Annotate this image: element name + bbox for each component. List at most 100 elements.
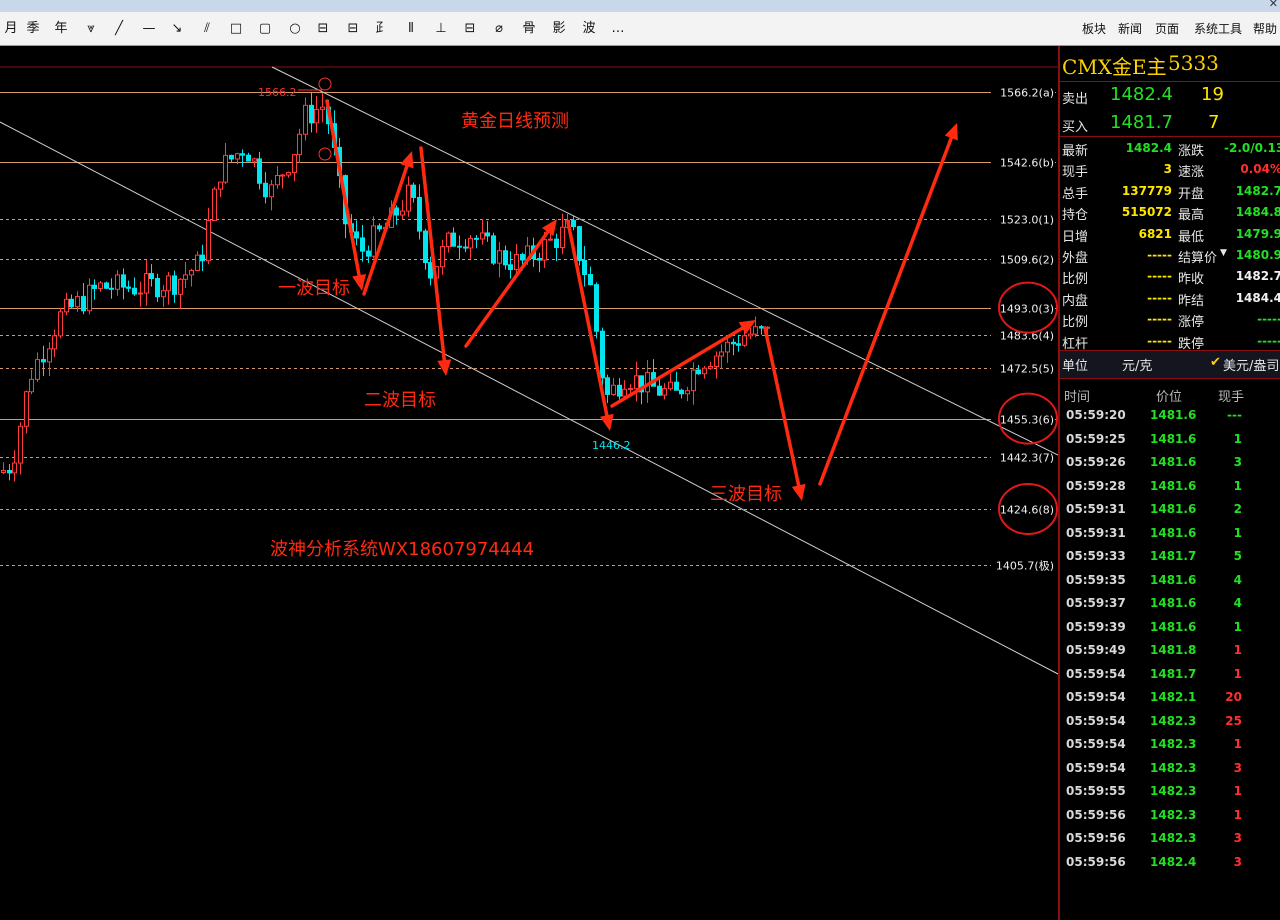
candle-body[interactable]	[7, 470, 12, 474]
candle-body[interactable]	[263, 182, 268, 198]
toolbar-tool-8[interactable]: □	[225, 19, 247, 39]
toolbar-tool-1[interactable]: 季	[22, 19, 44, 39]
candle-body[interactable]	[75, 296, 80, 308]
candle-body[interactable]	[685, 390, 690, 395]
toolbar-tool-18[interactable]: ⻣	[518, 19, 540, 39]
candle-body[interactable]	[736, 343, 741, 346]
candle-body[interactable]	[423, 230, 428, 264]
tick-row[interactable]: 05:59:56 1482.3 3	[1060, 827, 1280, 850]
candle-body[interactable]	[571, 219, 576, 228]
candle-body[interactable]	[69, 298, 74, 308]
candle-body[interactable]	[400, 210, 405, 216]
candle-body[interactable]	[514, 254, 519, 271]
tick-row[interactable]: 05:59:56 1482.3 1	[1060, 804, 1280, 827]
candle-body[interactable]	[29, 378, 34, 393]
candle-body[interactable]	[662, 388, 667, 396]
candle-body[interactable]	[92, 284, 97, 289]
tick-row[interactable]: 05:59:54 1482.3 3	[1060, 757, 1280, 780]
candle-body[interactable]	[582, 259, 587, 276]
candle-body[interactable]	[138, 292, 143, 295]
channel-lower-line[interactable]	[0, 121, 1058, 675]
candle-body[interactable]	[309, 104, 314, 124]
toolbar-tool-16[interactable]: ⊟	[459, 19, 481, 39]
toolbar-tool-7[interactable]: ⫽	[196, 19, 218, 39]
tick-row[interactable]: 05:59:54 1482.3 25	[1060, 710, 1280, 733]
toolbar-tool-9[interactable]: ▢	[254, 19, 276, 39]
tick-row[interactable]: 05:59:39 1481.6 1	[1060, 616, 1280, 639]
candle-body[interactable]	[588, 274, 593, 286]
candle-body[interactable]	[714, 355, 719, 368]
candle-body[interactable]	[628, 388, 633, 391]
candle-body[interactable]	[212, 188, 217, 222]
candle-body[interactable]	[314, 108, 319, 124]
tick-row[interactable]: 05:59:54 1482.3 1	[1060, 733, 1280, 756]
candle-body[interactable]	[360, 237, 365, 252]
candle-body[interactable]	[257, 158, 262, 184]
candle-body[interactable]	[166, 275, 171, 292]
candle-body[interactable]	[218, 181, 223, 190]
candle-body[interactable]	[411, 184, 416, 198]
candle-body[interactable]	[731, 341, 736, 345]
candle-body[interactable]	[229, 154, 234, 160]
candle-body[interactable]	[155, 278, 160, 298]
toolbar-tool-5[interactable]: —	[138, 19, 160, 39]
tick-row[interactable]: 05:59:33 1481.7 5	[1060, 545, 1280, 568]
candle-body[interactable]	[206, 220, 211, 262]
candle-body[interactable]	[269, 184, 274, 198]
candle-body[interactable]	[577, 226, 582, 261]
candle-body[interactable]	[52, 335, 57, 350]
candle-body[interactable]	[246, 154, 251, 162]
candle-body[interactable]	[121, 274, 126, 288]
candle-body[interactable]	[622, 388, 627, 397]
toolbar-tool-10[interactable]: ○	[284, 19, 306, 39]
candle-body[interactable]	[35, 359, 40, 380]
toolbar-tool-11[interactable]: ⊟	[312, 19, 334, 39]
toolbar-tool-3[interactable]: ⩔	[80, 19, 102, 39]
candle-body[interactable]	[58, 311, 63, 337]
candle-body[interactable]	[696, 369, 701, 375]
candle-body[interactable]	[161, 290, 166, 298]
candle-body[interactable]	[691, 369, 696, 392]
tick-row[interactable]: 05:59:25 1481.6 1	[1060, 428, 1280, 451]
candle-body[interactable]	[679, 389, 684, 395]
tick-row[interactable]: 05:59:31 1481.6 2	[1060, 498, 1280, 521]
candle-body[interactable]	[1, 470, 6, 473]
tick-row[interactable]: 05:59:56 1482.4 3	[1060, 851, 1280, 874]
candle-body[interactable]	[41, 359, 46, 363]
candle-body[interactable]	[235, 153, 240, 160]
toolbar-tool-15[interactable]: ⊥	[430, 19, 452, 39]
candle-body[interactable]	[725, 341, 730, 353]
candle-body[interactable]	[149, 273, 154, 280]
candle-body[interactable]	[275, 174, 280, 186]
toolbar-tool-21[interactable]: …	[607, 19, 629, 39]
candle-body[interactable]	[354, 231, 359, 239]
candle-body[interactable]	[594, 284, 599, 332]
candle-body[interactable]	[200, 254, 205, 262]
candle-body[interactable]	[708, 366, 713, 369]
candle-body[interactable]	[252, 158, 257, 162]
candle-body[interactable]	[189, 270, 194, 276]
candle-body[interactable]	[286, 171, 291, 176]
candle-body[interactable]	[463, 246, 468, 249]
candle-body[interactable]	[520, 254, 525, 261]
toolbar-tool-0[interactable]: 月	[0, 19, 22, 39]
candle-body[interactable]	[759, 326, 764, 329]
tick-row[interactable]: 05:59:20 1481.6 ---	[1060, 404, 1280, 427]
candle-body[interactable]	[240, 153, 245, 156]
tick-row[interactable]: 05:59:28 1481.6 1	[1060, 475, 1280, 498]
candle-body[interactable]	[320, 106, 325, 110]
candle-body[interactable]	[440, 246, 445, 268]
candle-body[interactable]	[554, 238, 559, 249]
candle-body[interactable]	[617, 384, 622, 397]
candle-body[interactable]	[560, 226, 565, 249]
toolbar-tool-20[interactable]: 波	[578, 19, 600, 39]
tick-row[interactable]: 05:59:26 1481.6 3	[1060, 451, 1280, 474]
candle-body[interactable]	[87, 284, 92, 312]
candle-body[interactable]	[468, 237, 473, 249]
candle-body[interactable]	[115, 274, 120, 290]
candle-body[interactable]	[508, 264, 513, 271]
candle-body[interactable]	[223, 154, 228, 183]
candle-body[interactable]	[183, 274, 188, 280]
candle-body[interactable]	[503, 250, 508, 266]
candle-body[interactable]	[406, 184, 411, 212]
